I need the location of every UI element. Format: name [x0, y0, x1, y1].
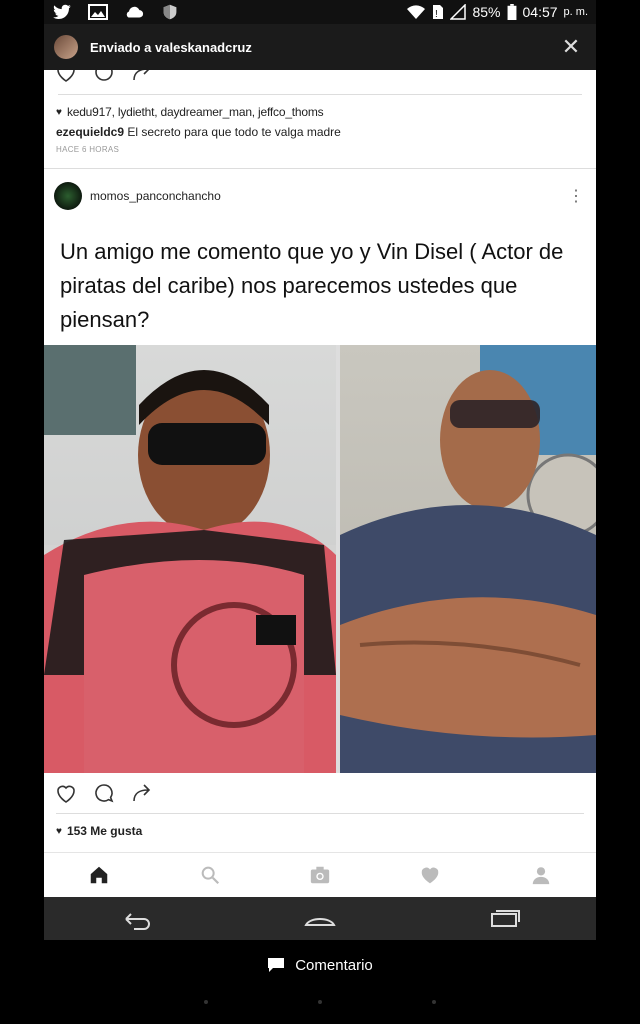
- dot: [432, 1000, 436, 1004]
- post-likes[interactable]: ♥ 153 Me gusta: [44, 824, 596, 838]
- comment-icon[interactable]: [92, 781, 116, 805]
- close-icon[interactable]: ✕: [556, 34, 586, 60]
- divider: [56, 813, 584, 814]
- post-avatar[interactable]: [54, 182, 82, 210]
- status-right: ! 85% 04:57 p. m.: [406, 4, 588, 20]
- photo-right: [340, 345, 596, 773]
- photo-left: [44, 345, 336, 773]
- battery-percent: 85%: [472, 4, 501, 20]
- prev-post-likes: ♥ kedu917, lydietht, daydreamer_man, jef…: [44, 105, 596, 119]
- comment-label: Comentario: [295, 956, 373, 974]
- post-header: momos_panconchancho ⋮: [44, 174, 596, 218]
- share-icon[interactable]: [130, 781, 154, 805]
- back-icon[interactable]: [118, 907, 154, 931]
- post-username[interactable]: momos_panconchancho: [90, 189, 221, 203]
- prev-post-comment: ezequieldc9 El secreto para que todo te …: [44, 125, 596, 139]
- small-heart-icon: ♥: [56, 825, 62, 837]
- comment-text: El secreto para que todo te valga madre: [127, 125, 341, 139]
- status-left: [52, 4, 180, 20]
- speech-bubble-icon: [268, 958, 285, 972]
- prev-post-actions: [44, 70, 596, 84]
- comment-icon[interactable]: [92, 70, 116, 84]
- post-image[interactable]: [44, 345, 596, 773]
- bottom-nav: [44, 852, 596, 897]
- recents-icon[interactable]: [486, 907, 522, 931]
- profile-icon[interactable]: [530, 864, 552, 886]
- post-actions: [44, 773, 596, 813]
- clock-ampm: p. m.: [563, 6, 588, 18]
- comment-button[interactable]: Comentario: [0, 940, 640, 990]
- comment-username[interactable]: ezequieldc9: [56, 125, 124, 139]
- status-bar: ! 85% 04:57 p. m.: [44, 0, 596, 24]
- home-icon[interactable]: [88, 864, 110, 886]
- divider: [58, 94, 582, 95]
- divider: [44, 168, 596, 169]
- feed: ♥ kedu917, lydietht, daydreamer_man, jef…: [44, 70, 596, 852]
- svg-text:!: !: [435, 9, 438, 20]
- person-left-illustration: [44, 345, 336, 773]
- screen: ! 85% 04:57 p. m. Enviado a valeskanadcr…: [44, 0, 596, 940]
- device-frame: ! 85% 04:57 p. m. Enviado a valeskanadcr…: [0, 0, 640, 1024]
- signal-icon: [450, 4, 467, 20]
- avatar: [54, 35, 78, 59]
- person-right-illustration: [340, 345, 596, 773]
- search-icon[interactable]: [199, 864, 221, 886]
- shield-icon: [163, 4, 177, 20]
- home-icon[interactable]: [302, 907, 338, 931]
- dot: [204, 1000, 208, 1004]
- heart-icon[interactable]: [54, 781, 78, 805]
- likes-count: 153 Me gusta: [66, 824, 143, 838]
- activity-heart-icon[interactable]: [419, 864, 441, 886]
- twitter-icon: [53, 4, 71, 19]
- android-nav-bar: [44, 897, 596, 940]
- wifi-icon: [407, 5, 426, 19]
- share-icon[interactable]: [130, 70, 154, 84]
- notification-text: Enviado a valeskanadcruz: [90, 39, 252, 55]
- page-dots: [0, 1000, 640, 1008]
- dot: [318, 1000, 322, 1004]
- more-options-icon[interactable]: ⋮: [566, 186, 586, 206]
- small-heart-icon: ♥: [56, 106, 62, 118]
- likes-users[interactable]: kedu917, lydietht, daydreamer_man, jeffc…: [67, 105, 324, 119]
- sim-icon: !: [433, 5, 444, 20]
- clock-time: 04:57: [522, 4, 558, 20]
- heart-icon[interactable]: [54, 70, 78, 84]
- meme-caption: Un amigo me comento que yo y Vin Disel (…: [44, 223, 596, 345]
- cloud-icon: [126, 6, 144, 18]
- battery-icon: [507, 4, 516, 20]
- image-icon: [88, 4, 108, 20]
- sent-notification-bar: Enviado a valeskanadcruz ✕: [44, 24, 596, 70]
- camera-icon[interactable]: [309, 864, 331, 886]
- post-timestamp: HACE 6 HORAS: [56, 145, 120, 154]
